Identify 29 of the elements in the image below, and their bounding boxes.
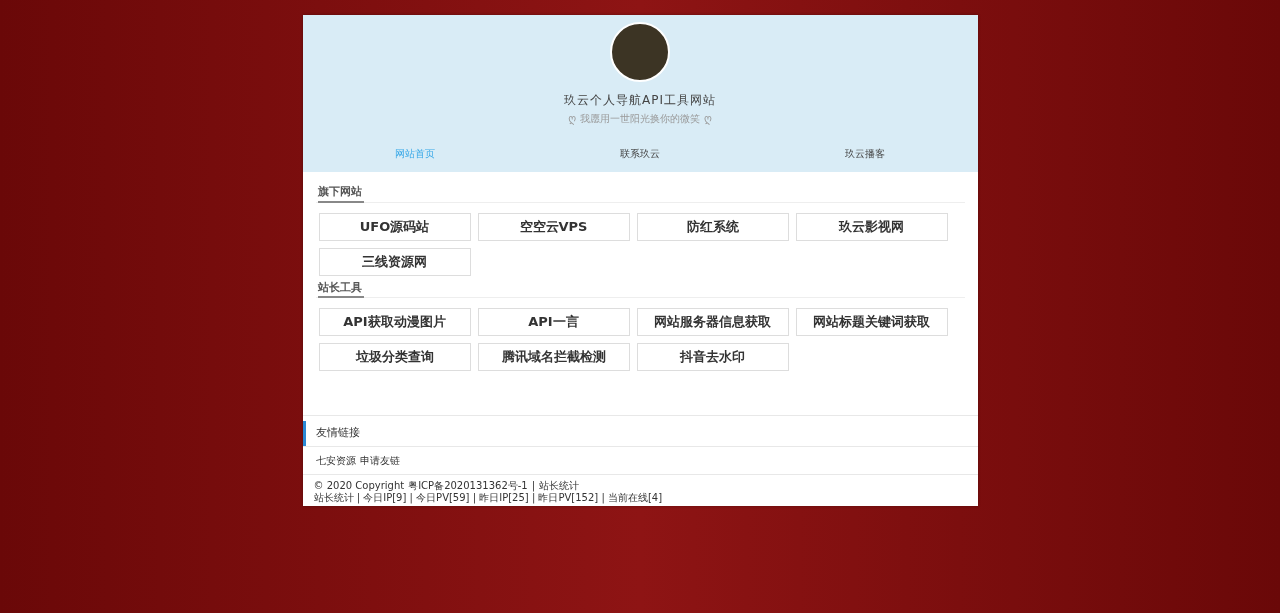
icp-link[interactable]: 粤ICP备2020131362号-1 — [408, 479, 528, 492]
heart-glyph: ღ — [568, 112, 576, 126]
site-link-button[interactable]: 空空云VPS — [477, 212, 630, 241]
section-title: 站长工具 — [317, 279, 364, 298]
site-link-button[interactable]: 三线资源网 — [318, 247, 471, 276]
copyright-text: © 2020 Copyright — [313, 479, 405, 492]
friend-links-title: 友情链接 — [302, 421, 978, 446]
stats-link[interactable]: 站长统计 — [539, 479, 580, 492]
heart-glyph: ღ — [704, 112, 712, 126]
site-link-button[interactable]: 防红系统 — [636, 212, 789, 241]
site-link-button[interactable]: 抖音去水印 — [636, 343, 789, 371]
site-link-button[interactable]: API一言 — [477, 308, 630, 336]
site-title: 玖云个人导航API工具网站 — [564, 92, 716, 109]
site-link-button[interactable]: API获取动漫图片 — [318, 308, 471, 336]
site-link-button[interactable]: 腾讯域名拦截检测 — [477, 343, 630, 371]
nav-tab[interactable]: 玖云播客 — [752, 146, 978, 172]
site-link-button[interactable]: 网站服务器信息获取 — [636, 308, 789, 336]
motto-text: 我愿用一世阳光换你的微笑 — [580, 112, 700, 126]
section-title: 旗下网站 — [317, 184, 364, 203]
nav-tab[interactable]: 联系玖云 — [527, 146, 753, 172]
site-link-button[interactable]: 玖云影视网 — [795, 212, 948, 241]
site-link-button[interactable]: 垃圾分类查询 — [318, 343, 471, 371]
site-link-button[interactable]: UFO源码站 — [318, 212, 471, 241]
avatar-photo-placeholder — [610, 22, 670, 82]
friend-link[interactable]: 申请友链 — [359, 452, 400, 468]
separator-text: | — [531, 479, 536, 492]
friend-link[interactable]: 七安资源 — [315, 452, 356, 468]
stats-text: 站长统计 | 今日IP[9] | 今日PV[59] | 昨日IP[25] | 昨日PV[152] | 当前在线[4] — [313, 491, 664, 504]
site-link-button[interactable]: 网站标题关键词获取 — [795, 308, 948, 336]
